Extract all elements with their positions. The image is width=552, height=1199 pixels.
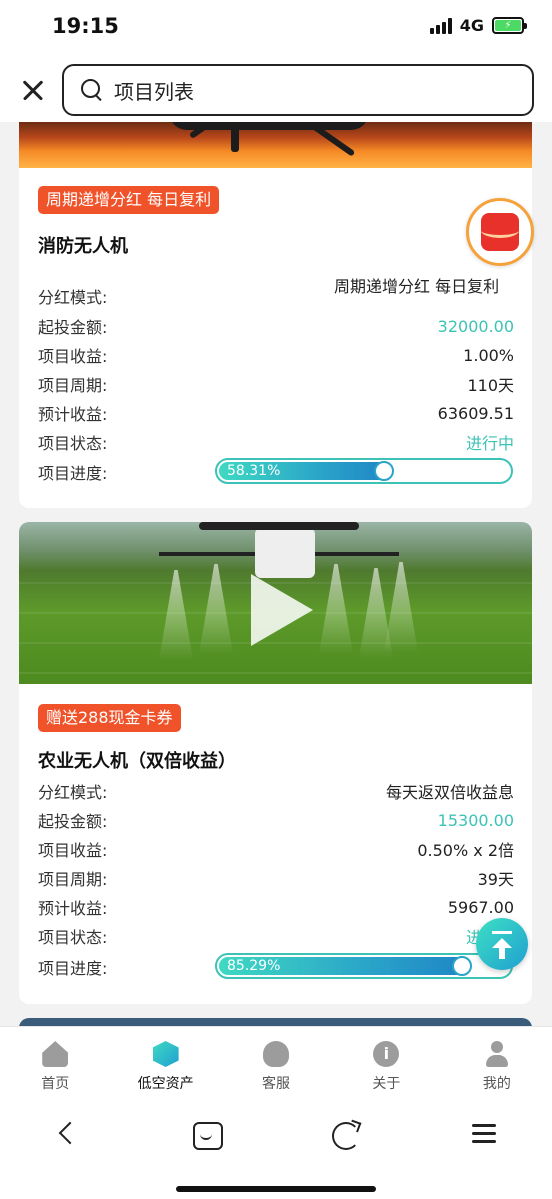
red-packet-icon[interactable] [466, 198, 534, 266]
status-time: 19:15 [52, 14, 119, 38]
close-icon[interactable] [18, 74, 50, 106]
project-video-thumbnail[interactable] [19, 522, 532, 684]
row-value: 63609.51 [437, 403, 514, 423]
progress-knob [374, 461, 395, 481]
info-row-min-investment: 起投金额: 32000.00 [38, 312, 514, 340]
row-value: 每天返双倍收益息 [385, 783, 514, 802]
home-browser-icon[interactable] [188, 1116, 224, 1152]
row-label: 项目进度: [38, 464, 108, 483]
row-value: 5967.00 [447, 897, 514, 917]
row-label: 项目状态: [38, 928, 108, 947]
info-row-min-investment: 起投金额: 15300.00 [38, 806, 514, 834]
play-icon[interactable] [251, 574, 313, 646]
tab-low-altitude-assets[interactable]: 低空资产 [110, 1027, 220, 1102]
tab-label: 低空资产 [137, 1076, 194, 1092]
home-indicator [176, 1186, 376, 1192]
progress-fill: 85.29% [219, 956, 473, 976]
row-value: 32000.00 [437, 316, 514, 336]
info-row-status: 项目状态: 进行中 [38, 428, 514, 456]
menu-icon[interactable] [466, 1116, 502, 1152]
progress-bar: 58.31% [215, 458, 513, 484]
row-label: 项目周期: [38, 376, 108, 395]
row-value: 110天 [467, 376, 514, 395]
project-card[interactable]: 赠送288现金卡券 农业无人机（双倍收益） 分红模式: 每天返双倍收益息 起投金… [19, 522, 532, 1004]
info-row-expected: 预计收益: 63609.51 [38, 399, 514, 427]
project-title: 农业无人机（双倍收益） [38, 751, 236, 772]
row-value: 15300.00 [437, 810, 514, 830]
progress-text: 85.29% [227, 958, 281, 974]
project-card[interactable]: 周期递增分红 每日复利 消防无人机 分红模式: 周期递增分红 每日复利 起投金额… [19, 122, 532, 508]
drone-body [255, 528, 315, 578]
tab-home[interactable]: 首页 [0, 1027, 110, 1102]
reload-icon[interactable] [326, 1116, 362, 1152]
row-label: 分红模式: [38, 288, 108, 307]
tab-label: 首页 [41, 1076, 70, 1092]
row-label: 起投金额: [38, 812, 108, 831]
row-label: 项目周期: [38, 870, 108, 889]
tab-customer-service[interactable]: 客服 [221, 1027, 331, 1102]
row-label: 预计收益: [38, 899, 108, 918]
tab-mine[interactable]: 我的 [442, 1027, 552, 1102]
info-row-mode: 分红模式: 每天返双倍收益息 [38, 777, 514, 805]
row-label: 项目收益: [38, 841, 108, 860]
row-value: 0.50% x 2倍 [417, 841, 514, 860]
info-row-yield: 项目收益: 1.00% [38, 341, 514, 369]
status-indicators: 4G ⚡ [429, 16, 527, 35]
progress-bar: 85.29% [215, 953, 513, 979]
tab-about[interactable]: i 关于 [331, 1027, 441, 1102]
project-card[interactable] [19, 1018, 532, 1026]
project-image [19, 122, 532, 168]
row-label: 项目状态: [38, 434, 108, 453]
search-header: 项目列表 [0, 56, 552, 122]
info-row-status: 项目状态: 进 [38, 922, 514, 950]
network-label: 4G [459, 16, 484, 35]
search-text: 项目列表 [114, 79, 194, 104]
row-value: 39天 [477, 870, 514, 889]
row-value: 周期递增分红 每日复利 [334, 277, 500, 296]
promo-tag: 赠送288现金卡券 [38, 704, 181, 732]
progress-fill: 58.31% [219, 461, 395, 481]
user-icon [484, 1041, 510, 1067]
scroll-to-top-button[interactable] [476, 918, 528, 970]
battery-icon: ⚡ [492, 17, 527, 34]
browser-nav-bar [0, 1102, 552, 1199]
signal-icon [429, 17, 452, 34]
headset-icon [263, 1041, 290, 1067]
back-icon[interactable] [50, 1116, 86, 1152]
home-icon [42, 1041, 69, 1067]
row-label: 起投金额: [38, 318, 108, 337]
project-list[interactable]: 周期递增分红 每日复利 消防无人机 分红模式: 周期递增分红 每日复利 起投金额… [0, 122, 552, 1026]
progress-knob [452, 956, 473, 976]
cube-icon [152, 1041, 179, 1067]
row-value: 1.00% [463, 345, 514, 365]
row-label: 分红模式: [38, 783, 108, 802]
search-input[interactable]: 项目列表 [62, 64, 534, 116]
info-row-period: 项目周期: 39天 [38, 864, 514, 892]
progress-text: 58.31% [227, 463, 281, 479]
info-row-period: 项目周期: 110天 [38, 370, 514, 398]
row-label: 项目收益: [38, 347, 108, 366]
row-label: 预计收益: [38, 405, 108, 424]
promo-tag: 周期递增分红 每日复利 [38, 186, 220, 214]
tab-label: 关于 [372, 1076, 401, 1092]
tab-label: 我的 [482, 1076, 511, 1092]
search-icon [80, 78, 104, 102]
info-row-mode: 分红模式: 周期递增分红 每日复利 [38, 262, 514, 312]
row-value: 进行中 [465, 434, 514, 453]
tab-label: 客服 [262, 1076, 291, 1092]
info-row-yield: 项目收益: 0.50% x 2倍 [38, 835, 514, 863]
project-title: 消防无人机 [38, 236, 128, 257]
status-bar: 19:15 4G ⚡ [0, 0, 552, 56]
row-label: 项目进度: [38, 959, 108, 978]
bottom-tab-bar: 首页 低空资产 客服 i 关于 我的 [0, 1026, 552, 1102]
info-row-expected: 预计收益: 5967.00 [38, 893, 514, 921]
info-icon: i [373, 1041, 400, 1067]
